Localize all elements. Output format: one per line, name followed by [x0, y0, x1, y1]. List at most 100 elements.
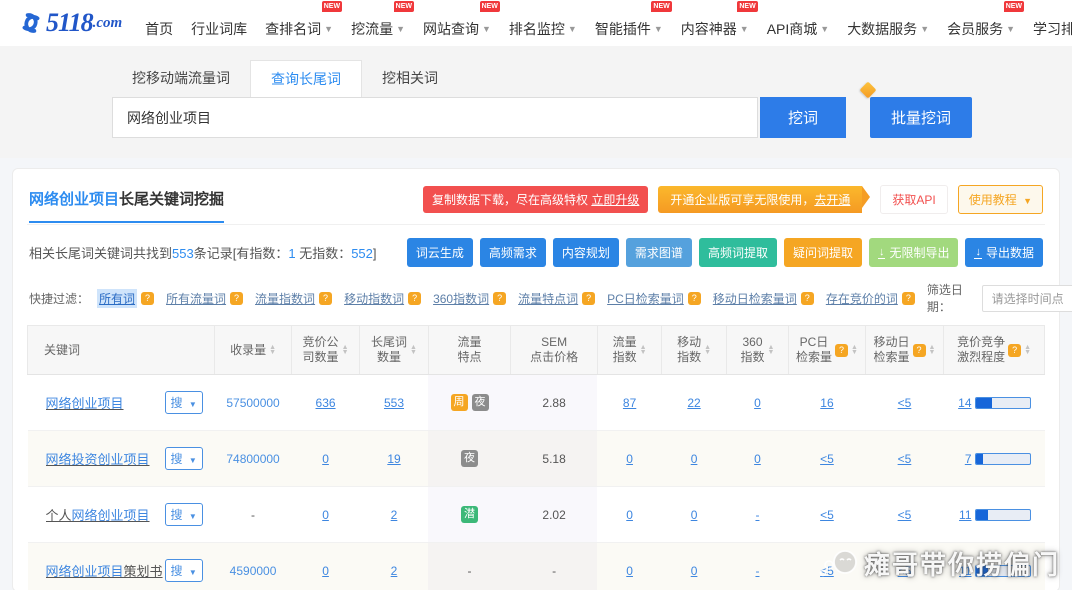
filter-link[interactable]: 移动指数词	[344, 290, 404, 307]
action-button-8[interactable]: ↓导出数据	[965, 238, 1043, 267]
sort-icon[interactable]: ▲▼	[342, 345, 349, 355]
sort-icon[interactable]: ▲▼	[640, 345, 647, 355]
batch-dig-button[interactable]: 批量挖词	[870, 97, 972, 138]
pc-search-volume-link[interactable]: <5	[820, 564, 834, 578]
row-search-button[interactable]: 搜 ▼	[165, 391, 203, 414]
longtail-count-link[interactable]: 2	[391, 508, 398, 522]
help-icon[interactable]: ?	[688, 292, 701, 305]
action-button-4[interactable]: 需求图谱	[626, 238, 692, 267]
mobile-search-volume-link[interactable]: <5	[898, 452, 912, 466]
sort-icon[interactable]: ▲▼	[704, 345, 711, 355]
pc-search-volume-link[interactable]: <5	[820, 508, 834, 522]
nav-item-10[interactable]: 大数据服务▼	[838, 0, 938, 46]
mobile-search-volume-link[interactable]: <5	[898, 508, 912, 522]
sort-icon[interactable]: ▲▼	[851, 345, 858, 355]
longtail-count-link[interactable]: 19	[387, 452, 400, 466]
nav-item-8[interactable]: 内容神器▼NEW	[672, 0, 758, 46]
help-icon[interactable]: ?	[801, 292, 814, 305]
help-icon[interactable]: ?	[319, 292, 332, 305]
help-icon[interactable]: ?	[902, 292, 915, 305]
action-button-6[interactable]: 疑问词提取	[784, 238, 862, 267]
nav-item-4[interactable]: 挖流量▼NEW	[342, 0, 414, 46]
mobile-index-link[interactable]: 0	[691, 564, 698, 578]
filter-link[interactable]: 360指数词	[433, 290, 489, 307]
longtail-count-link[interactable]: 2	[391, 564, 398, 578]
mobile-search-volume-link[interactable]: <5	[898, 396, 912, 410]
index-360-link[interactable]: 0	[754, 396, 761, 410]
help-icon[interactable]: ?	[493, 292, 506, 305]
action-button-2[interactable]: 高频需求	[480, 238, 546, 267]
upgrade-now-link[interactable]: 立即升级	[591, 193, 639, 207]
flow-index-link[interactable]: 0	[626, 508, 633, 522]
index-360-link[interactable]: 0	[754, 452, 761, 466]
filter-link[interactable]: 流量指数词	[255, 290, 315, 307]
open-enterprise-link[interactable]: 去开通	[814, 193, 850, 207]
nav-item-3[interactable]: 查排名词▼NEW	[256, 0, 342, 46]
dig-words-button[interactable]: 挖词	[760, 97, 846, 138]
mobile-index-link[interactable]: 22	[687, 396, 700, 410]
filter-link[interactable]: 流量特点词	[518, 290, 578, 307]
nav-item-1[interactable]: 首页	[136, 0, 182, 46]
upgrade-promo-banner[interactable]: 复制数据下载，尽在高级特权 立即升级	[423, 186, 648, 213]
bid-companies-link[interactable]: 0	[322, 508, 329, 522]
sort-icon[interactable]: ▲▼	[929, 345, 936, 355]
row-search-button[interactable]: 搜 ▼	[165, 503, 203, 526]
help-icon[interactable]: ?	[913, 344, 926, 357]
tab-3[interactable]: 挖相关词	[362, 60, 458, 97]
filter-link[interactable]: 所有流量词	[166, 290, 226, 307]
filter-link[interactable]: PC日检索量词	[607, 290, 684, 307]
get-api-button[interactable]: 获取API	[880, 185, 947, 214]
index-360-link[interactable]: -	[755, 564, 759, 578]
flow-index-link[interactable]: 87	[623, 396, 636, 410]
nav-item-2[interactable]: 行业词库	[182, 0, 256, 46]
keyword-link[interactable]: 个人网络创业项目	[46, 505, 150, 524]
bid-companies-link[interactable]: 0	[322, 564, 329, 578]
keyword-link[interactable]: 网络创业项目	[46, 393, 124, 412]
nav-item-6[interactable]: 排名监控▼	[500, 0, 586, 46]
bid-companies-link[interactable]: 0	[322, 452, 329, 466]
action-button-7[interactable]: ↓无限制导出	[869, 238, 959, 267]
mobile-index-link[interactable]: 0	[691, 508, 698, 522]
index-360-link[interactable]: -	[755, 508, 759, 522]
nav-item-7[interactable]: 智能插件▼NEW	[586, 0, 672, 46]
keyword-link[interactable]: 网络创业项目策划书	[46, 561, 163, 580]
sort-icon[interactable]: ▲▼	[410, 345, 417, 355]
flow-index-link[interactable]: 0	[626, 564, 633, 578]
longtail-count-link[interactable]: 553	[384, 396, 404, 410]
keyword-link[interactable]: 网络投资创业项目	[46, 449, 150, 468]
filter-link[interactable]: 所有词	[97, 289, 137, 308]
keyword-input[interactable]	[112, 97, 758, 138]
nav-item-5[interactable]: 网站查询▼NEW	[414, 0, 500, 46]
row-search-button[interactable]: 搜 ▼	[165, 447, 203, 470]
enterprise-promo-banner[interactable]: 开通企业版可享无限使用，去开通	[658, 186, 862, 213]
mobile-search-volume-link[interactable]: <5	[898, 564, 912, 578]
competition-value[interactable]: 11	[959, 508, 971, 522]
bid-companies-link[interactable]: 636	[316, 396, 336, 410]
sort-icon[interactable]: ▲▼	[1024, 345, 1031, 355]
tab-2[interactable]: 查询长尾词	[250, 60, 362, 97]
nav-item-9[interactable]: API商城▼	[758, 0, 839, 46]
pc-search-volume-link[interactable]: <5	[820, 452, 834, 466]
help-icon[interactable]: ?	[835, 344, 848, 357]
help-icon[interactable]: ?	[141, 292, 154, 305]
competition-value[interactable]: 7	[965, 452, 972, 466]
pc-search-volume-link[interactable]: 16	[820, 396, 833, 410]
filter-link[interactable]: 移动日检索量词	[713, 290, 797, 307]
row-search-button[interactable]: 搜 ▼	[165, 559, 203, 582]
action-button-5[interactable]: 高频词提取	[699, 238, 777, 267]
logo[interactable]: 5118 .com	[16, 8, 122, 38]
sort-icon[interactable]: ▲▼	[269, 345, 276, 355]
help-icon[interactable]: ?	[230, 292, 243, 305]
filter-link[interactable]: 存在竞价的词	[826, 290, 898, 307]
help-icon[interactable]: ?	[582, 292, 595, 305]
tab-1[interactable]: 挖移动端流量词	[112, 60, 250, 97]
nav-item-11[interactable]: 会员服务▼NEW	[938, 0, 1024, 46]
action-button-3[interactable]: 内容规划	[553, 238, 619, 267]
flow-index-link[interactable]: 0	[626, 452, 633, 466]
competition-value[interactable]: 14	[958, 396, 971, 410]
help-icon[interactable]: ?	[1008, 344, 1021, 357]
tutorial-button[interactable]: 使用教程 ▼	[958, 185, 1043, 214]
sort-icon[interactable]: ▲▼	[768, 345, 775, 355]
help-icon[interactable]: ?	[408, 292, 421, 305]
mobile-index-link[interactable]: 0	[691, 452, 698, 466]
